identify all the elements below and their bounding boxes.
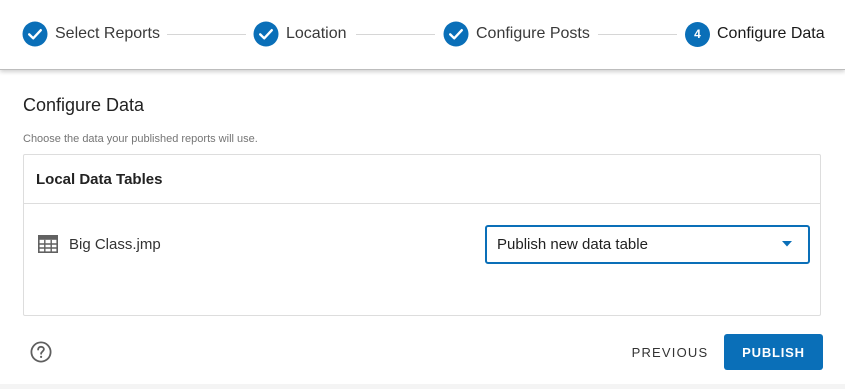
chevron-down-icon	[782, 241, 792, 247]
previous-button[interactable]: PREVIOUS	[624, 337, 716, 367]
help-circle-icon[interactable]	[30, 341, 52, 363]
check-circle-icon	[253, 21, 279, 47]
stepper-header: Select Reports Location Configure Posts …	[0, 0, 845, 70]
step-configure-posts[interactable]: Configure Posts	[443, 21, 590, 47]
page-subtitle: Choose the data your published reports w…	[23, 133, 258, 145]
table-icon	[38, 235, 58, 253]
step-label: Location	[286, 25, 347, 42]
step-connector	[598, 34, 677, 35]
step-label: Select Reports	[55, 25, 160, 42]
step-label: Configure Data	[717, 25, 825, 42]
publish-button[interactable]: PUBLISH	[724, 334, 823, 370]
check-circle-icon	[443, 21, 469, 47]
step-connector	[167, 34, 246, 35]
step-configure-data[interactable]: 4 Configure Data	[685, 21, 825, 47]
step-location[interactable]: Location	[253, 21, 347, 47]
step-number-badge: 4	[685, 21, 710, 47]
page-title: Configure Data	[23, 95, 145, 115]
step-connector	[356, 34, 435, 35]
step-select-reports[interactable]: Select Reports	[22, 21, 160, 47]
bottom-divider	[0, 384, 845, 389]
panel-header: Local Data Tables	[24, 155, 820, 204]
check-circle-icon	[22, 21, 48, 47]
publish-option-value: Publish new data table	[497, 236, 648, 253]
step-label: Configure Posts	[476, 25, 590, 42]
data-table-name: Big Class.jmp	[69, 235, 161, 253]
local-data-tables-panel: Local Data Tables Big Class.jmp Publish …	[23, 154, 821, 316]
data-table-row: Big Class.jmp	[38, 235, 161, 253]
publish-option-select[interactable]: Publish new data table	[485, 225, 810, 264]
